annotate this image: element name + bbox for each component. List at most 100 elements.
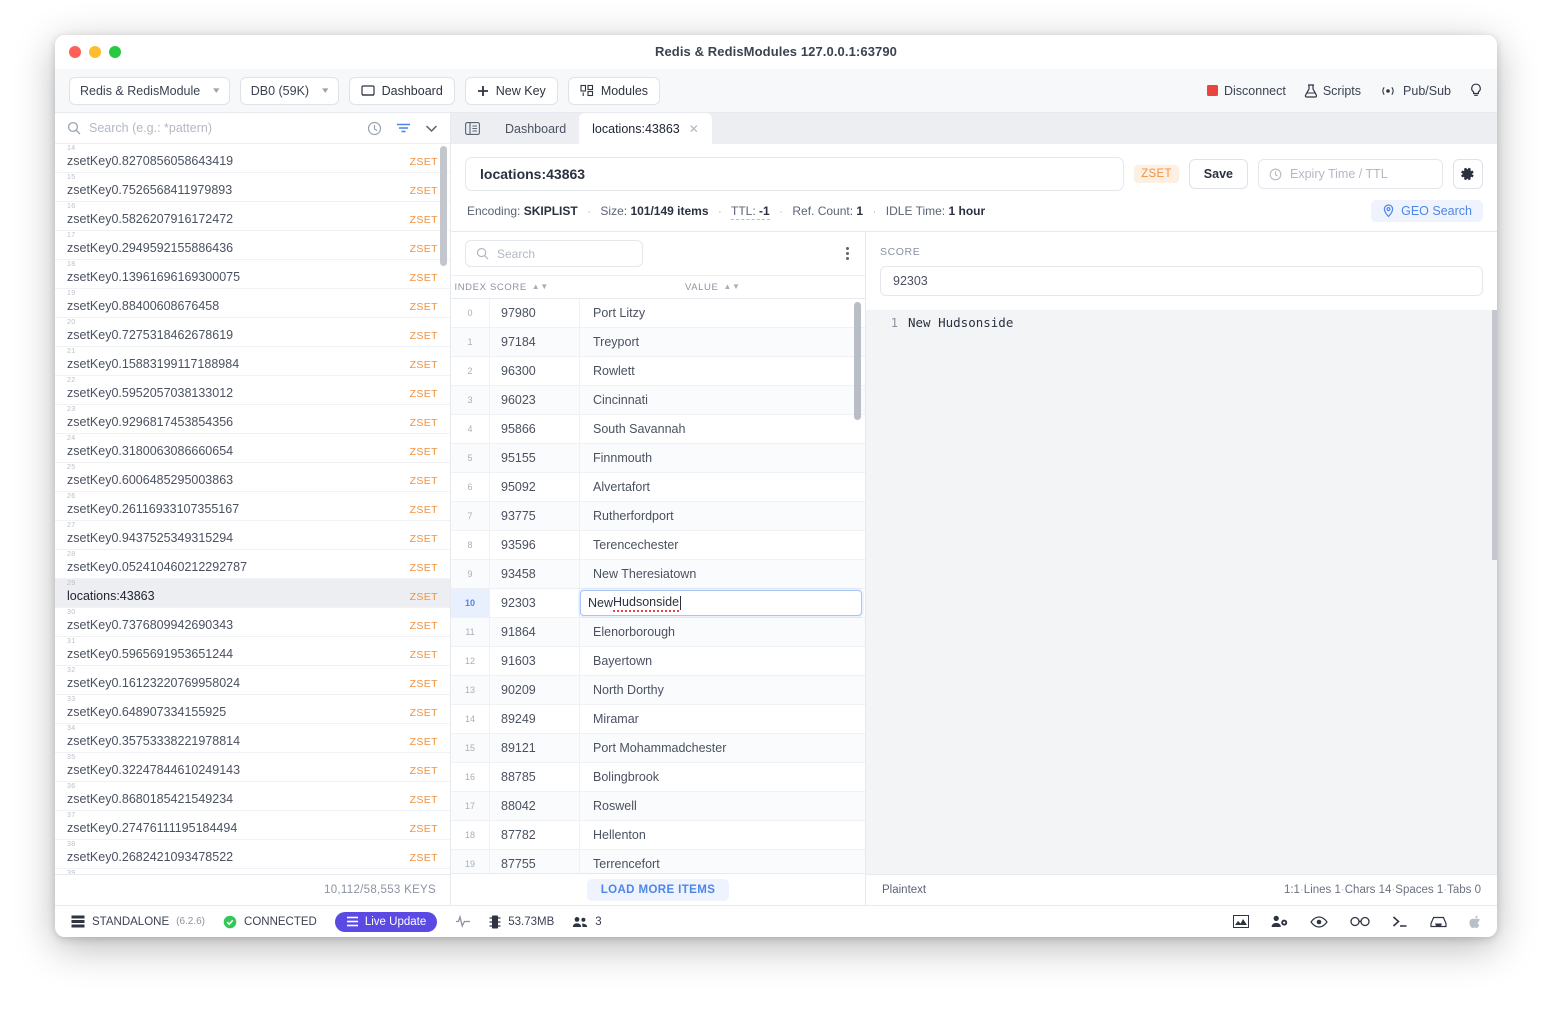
table-cell-score[interactable]: 95866: [490, 415, 580, 443]
table-cell-value[interactable]: Port Litzy: [580, 306, 865, 320]
key-list-item[interactable]: 38 zsetKey0.2682421093478522 ZSET: [55, 840, 450, 869]
table-cell-value[interactable]: Terencechester: [580, 538, 865, 552]
filter-icon[interactable]: [396, 122, 411, 134]
table-row[interactable]: 12 91603 Bayertown: [451, 647, 865, 676]
table-cell-score[interactable]: 95155: [490, 444, 580, 472]
key-list-item[interactable]: 15 zsetKey0.7526568411979893 ZSET: [55, 173, 450, 202]
key-list-item-selected[interactable]: 29 locations:43863 ZSET: [55, 579, 450, 608]
table-cell-value[interactable]: Port Mohammadchester: [580, 741, 865, 755]
table-cell-score[interactable]: 93596: [490, 531, 580, 559]
disconnect-button[interactable]: Disconnect: [1206, 84, 1286, 98]
table-row[interactable]: 4 95866 South Savannah: [451, 415, 865, 444]
table-options-menu[interactable]: [846, 247, 855, 260]
table-row[interactable]: 1 97184 Treyport: [451, 328, 865, 357]
modules-button[interactable]: Modules: [567, 76, 661, 105]
eye-icon[interactable]: [1310, 915, 1328, 928]
table-cell-value[interactable]: Treyport: [580, 335, 865, 349]
key-list-item[interactable]: 32 zsetKey0.16123220769958024 ZSET: [55, 666, 450, 695]
save-button[interactable]: Save: [1188, 159, 1248, 189]
table-row[interactable]: 15 89121 Port Mohammadchester: [451, 734, 865, 763]
table-row[interactable]: 3 96023 Cincinnati: [451, 386, 865, 415]
key-list-item[interactable]: 28 zsetKey0.052410460212292787 ZSET: [55, 550, 450, 579]
table-row[interactable]: 6 95092 Alvertafort: [451, 473, 865, 502]
close-icon[interactable]: ✕: [689, 122, 699, 136]
apple-logo-icon[interactable]: [1469, 915, 1481, 929]
key-list-item[interactable]: 35 zsetKey0.32247844610249143 ZSET: [55, 753, 450, 782]
table-cell-value[interactable]: Finnmouth: [580, 451, 865, 465]
table-cell-value[interactable]: Miramar: [580, 712, 865, 726]
table-row[interactable]: 10 92303 New Hudsonside: [451, 589, 865, 618]
inbox-icon[interactable]: [1430, 916, 1447, 928]
table-cell-score[interactable]: 87755: [490, 850, 580, 873]
geo-search-button[interactable]: GEO Search: [1371, 200, 1483, 222]
table-row[interactable]: 8 93596 Terencechester: [451, 531, 865, 560]
table-row[interactable]: 11 91864 Elenorborough: [451, 618, 865, 647]
key-list-item[interactable]: 18 zsetKey0.13961696169300075 ZSET: [55, 260, 450, 289]
table-cell-score[interactable]: 88042: [490, 792, 580, 820]
table-cell-value[interactable]: Roswell: [580, 799, 865, 813]
key-list-item[interactable]: 31 zsetKey0.5965691953651244 ZSET: [55, 637, 450, 666]
table-row[interactable]: 2 96300 Rowlett: [451, 357, 865, 386]
value-edit-input[interactable]: New Hudsonside: [580, 590, 862, 616]
table-row[interactable]: 9 93458 New Theresiatown: [451, 560, 865, 589]
table-cell-score[interactable]: 95092: [490, 473, 580, 501]
table-cell-value[interactable]: Bolingbrook: [580, 770, 865, 784]
score-field-input[interactable]: 92303: [880, 266, 1483, 296]
members-search-input[interactable]: Search: [465, 240, 643, 267]
table-row[interactable]: 16 88785 Bolingbrook: [451, 763, 865, 792]
key-list-item[interactable]: 37 zsetKey0.27476111195184494 ZSET: [55, 811, 450, 840]
table-cell-value[interactable]: New Theresiatown: [580, 567, 865, 581]
load-more-button[interactable]: LOAD MORE ITEMS: [586, 878, 730, 901]
key-list-item[interactable]: 33 zsetKey0.648907334155925 ZSET: [55, 695, 450, 724]
lightbulb-icon[interactable]: [1469, 83, 1483, 99]
table-cell-score[interactable]: 91864: [490, 618, 580, 646]
table-cell-value[interactable]: Rowlett: [580, 364, 865, 378]
table-cell-score[interactable]: 88785: [490, 763, 580, 791]
table-cell-score[interactable]: 89249: [490, 705, 580, 733]
table-cell-score[interactable]: 90209: [490, 676, 580, 704]
members-table-body[interactable]: 0 97980 Port Litzy 1 97184 Treyport 2 96300 Rowl…: [451, 299, 865, 873]
key-list-item[interactable]: 20 zsetKey0.7275318462678619 ZSET: [55, 318, 450, 347]
keys-list-scrollbar[interactable]: [440, 146, 447, 266]
table-cell-value[interactable]: Elenorborough: [580, 625, 865, 639]
key-list-item[interactable]: 34 zsetKey0.35753338221978814 ZSET: [55, 724, 450, 753]
panel-toggle-icon[interactable]: [461, 113, 492, 144]
key-list-item[interactable]: 21 zsetKey0.15883199117188984 ZSET: [55, 347, 450, 376]
live-update-toggle[interactable]: Live Update: [334, 911, 438, 932]
key-list-item[interactable]: 36 zsetKey0.8680185421549234 ZSET: [55, 782, 450, 811]
table-cell-score[interactable]: 96300: [490, 357, 580, 385]
table-cell-score[interactable]: 87782: [490, 821, 580, 849]
table-cell-value[interactable]: Terrencefort: [580, 857, 865, 871]
settings-button[interactable]: [1453, 159, 1483, 189]
table-row[interactable]: 13 90209 North Dorthy: [451, 676, 865, 705]
table-cell-score[interactable]: 96023: [490, 386, 580, 414]
table-cell-score[interactable]: 97184: [490, 328, 580, 356]
editor-language[interactable]: Plaintext: [882, 884, 926, 896]
members-table-scrollbar[interactable]: [854, 302, 861, 420]
table-cell-value[interactable]: South Savannah: [580, 422, 865, 436]
tab-locations[interactable]: locations:43863 ✕: [579, 113, 712, 144]
table-row[interactable]: 18 87782 Hellenton: [451, 821, 865, 850]
table-row[interactable]: 14 89249 Miramar: [451, 705, 865, 734]
column-header-value[interactable]: VALUE ▲▼: [580, 282, 865, 293]
table-cell-score[interactable]: 91603: [490, 647, 580, 675]
key-list-item[interactable]: 22 zsetKey0.5952057038133012 ZSET: [55, 376, 450, 405]
user-settings-icon[interactable]: [1271, 915, 1288, 928]
table-cell-score[interactable]: 92303: [490, 589, 580, 617]
table-row[interactable]: 17 88042 Roswell: [451, 792, 865, 821]
new-key-button[interactable]: New Key: [464, 76, 558, 105]
table-row[interactable]: 5 95155 Finnmouth: [451, 444, 865, 473]
key-list-item[interactable]: 23 zsetKey0.9296817453854356 ZSET: [55, 405, 450, 434]
connection-select[interactable]: Redis & RedisModule ▾: [69, 76, 230, 105]
key-list-item[interactable]: 16 zsetKey0.5826207916172472 ZSET: [55, 202, 450, 231]
history-clock-icon[interactable]: [367, 121, 382, 136]
value-code-editor[interactable]: 1 New Hudsonside: [866, 310, 1497, 874]
keys-list[interactable]: 14 zsetKey0.8270856058643419 ZSET 15 zsetKey…: [55, 144, 450, 874]
column-header-score[interactable]: SCORE ▲▼: [490, 282, 580, 293]
ttl-meta[interactable]: TTL: -1: [730, 204, 770, 220]
key-name-input[interactable]: locations:43863: [465, 157, 1125, 191]
table-cell-value[interactable]: Alvertafort: [580, 480, 865, 494]
table-row[interactable]: 19 87755 Terrencefort: [451, 850, 865, 873]
key-list-item[interactable]: 14 zsetKey0.8270856058643419 ZSET: [55, 144, 450, 173]
table-cell-value[interactable]: Bayertown: [580, 654, 865, 668]
